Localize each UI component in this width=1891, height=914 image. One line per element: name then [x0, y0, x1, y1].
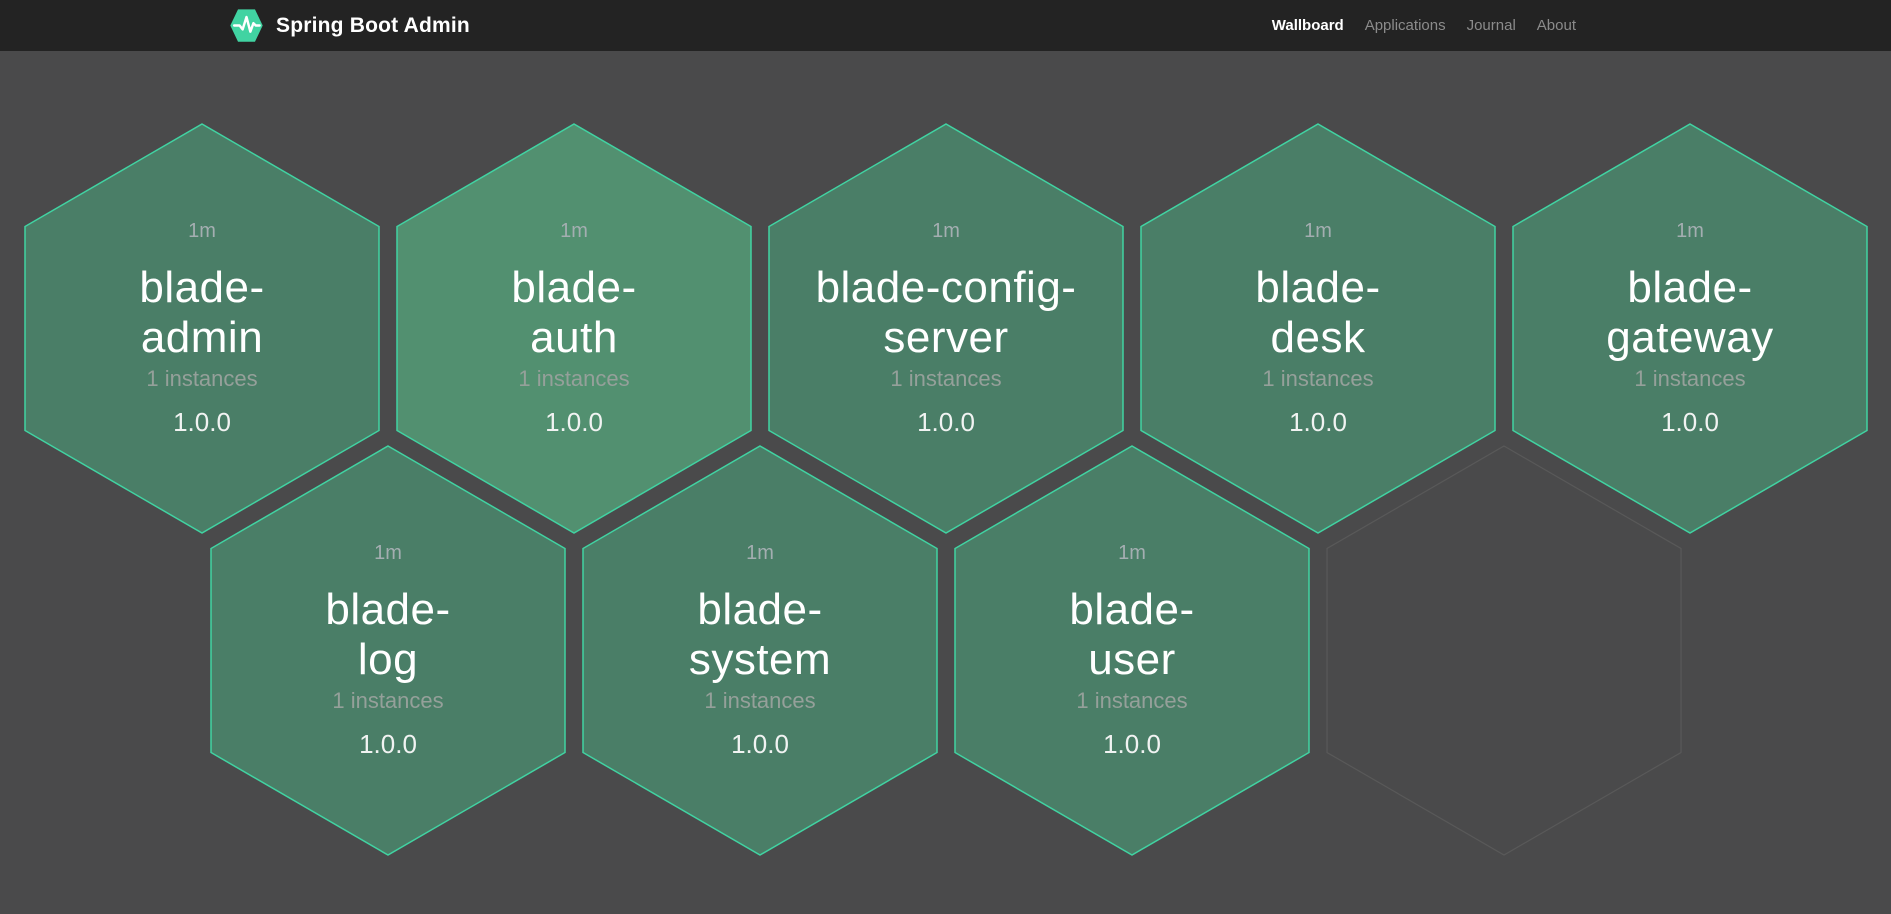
app-header: Spring Boot Admin Wallboard Applications… [0, 0, 1891, 51]
app-version: 1.0.0 [1512, 407, 1868, 437]
nav-item-applications[interactable]: Applications [1365, 17, 1446, 34]
app-hexagon-blade-user[interactable]: 1m blade-user 1 instances 1.0.0 [954, 445, 1310, 856]
app-hexagon-blade-system[interactable]: 1m blade-system 1 instances 1.0.0 [582, 445, 938, 856]
nav-item-about[interactable]: About [1537, 17, 1576, 34]
app-uptime: 1m [582, 541, 938, 565]
app-version: 1.0.0 [24, 407, 380, 437]
app-instances: 1 instances [210, 688, 566, 714]
app-uptime: 1m [210, 541, 566, 565]
app-instances: 1 instances [1512, 366, 1868, 392]
app-version: 1.0.0 [768, 407, 1124, 437]
app-version: 1.0.0 [396, 407, 752, 437]
app-uptime: 1m [24, 219, 380, 243]
spring-boot-admin-logo-icon [228, 6, 265, 45]
wallboard: 1m blade-admin 1 instances 1.0.0 1m blad… [0, 0, 1891, 914]
app-version: 1.0.0 [1140, 407, 1496, 437]
app-instances: 1 instances [954, 688, 1310, 714]
app-name: blade-user [954, 585, 1310, 685]
app-name: blade-admin [24, 263, 380, 363]
app-hexagon-blade-log[interactable]: 1m blade-log 1 instances 1.0.0 [210, 445, 566, 856]
brand-link[interactable]: Spring Boot Admin [228, 6, 470, 45]
app-name: blade-gateway [1512, 263, 1868, 363]
app-uptime: 1m [1140, 219, 1496, 243]
app-instances: 1 instances [24, 366, 380, 392]
header-container: Spring Boot Admin Wallboard Applications… [0, 0, 1891, 51]
app-name: blade-system [582, 585, 938, 685]
nav-item-wallboard[interactable]: Wallboard [1272, 17, 1344, 34]
brand-title: Spring Boot Admin [276, 14, 470, 38]
app-version: 1.0.0 [210, 729, 566, 759]
app-instances: 1 instances [1140, 366, 1496, 392]
app-uptime: 1m [1512, 219, 1868, 243]
app-name: blade-log [210, 585, 566, 685]
app-version: 1.0.0 [954, 729, 1310, 759]
app-version: 1.0.0 [582, 729, 938, 759]
app-name: blade-desk [1140, 263, 1496, 363]
app-uptime: 1m [768, 219, 1124, 243]
app-uptime: 1m [396, 219, 752, 243]
app-instances: 1 instances [768, 366, 1124, 392]
main-nav: Wallboard Applications Journal About [1272, 17, 1576, 34]
hexagon-outline [1326, 445, 1682, 856]
app-instances: 1 instances [396, 366, 752, 392]
app-name: blade-config-server [768, 263, 1124, 363]
nav-item-journal[interactable]: Journal [1467, 17, 1516, 34]
app-uptime: 1m [954, 541, 1310, 565]
app-name: blade-auth [396, 263, 752, 363]
app-instances: 1 instances [582, 688, 938, 714]
empty-hexagon-slot [1326, 445, 1682, 856]
